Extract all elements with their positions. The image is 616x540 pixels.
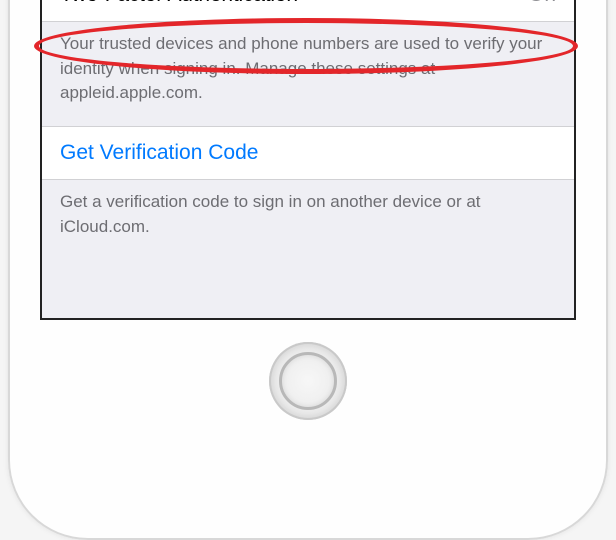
home-button[interactable] <box>269 342 347 420</box>
two-factor-footer: Your trusted devices and phone numbers a… <box>42 22 574 126</box>
home-button-ring <box>279 352 337 410</box>
screen: Two-Factor Authentication On Your truste… <box>40 0 576 320</box>
get-verification-code-link[interactable]: Get Verification Code <box>60 141 258 165</box>
verification-group: Get Verification Code Get a verification… <box>42 126 574 259</box>
two-factor-row[interactable]: Two-Factor Authentication On <box>42 0 574 22</box>
verification-footer: Get a verification code to sign in on an… <box>42 180 574 259</box>
two-factor-label: Two-Factor Authentication <box>60 0 298 7</box>
get-verification-code-row[interactable]: Get Verification Code <box>42 126 574 180</box>
phone-body: Two-Factor Authentication On Your truste… <box>8 0 608 540</box>
two-factor-value: On <box>528 0 556 7</box>
two-factor-group: Two-Factor Authentication On Your truste… <box>42 0 574 126</box>
